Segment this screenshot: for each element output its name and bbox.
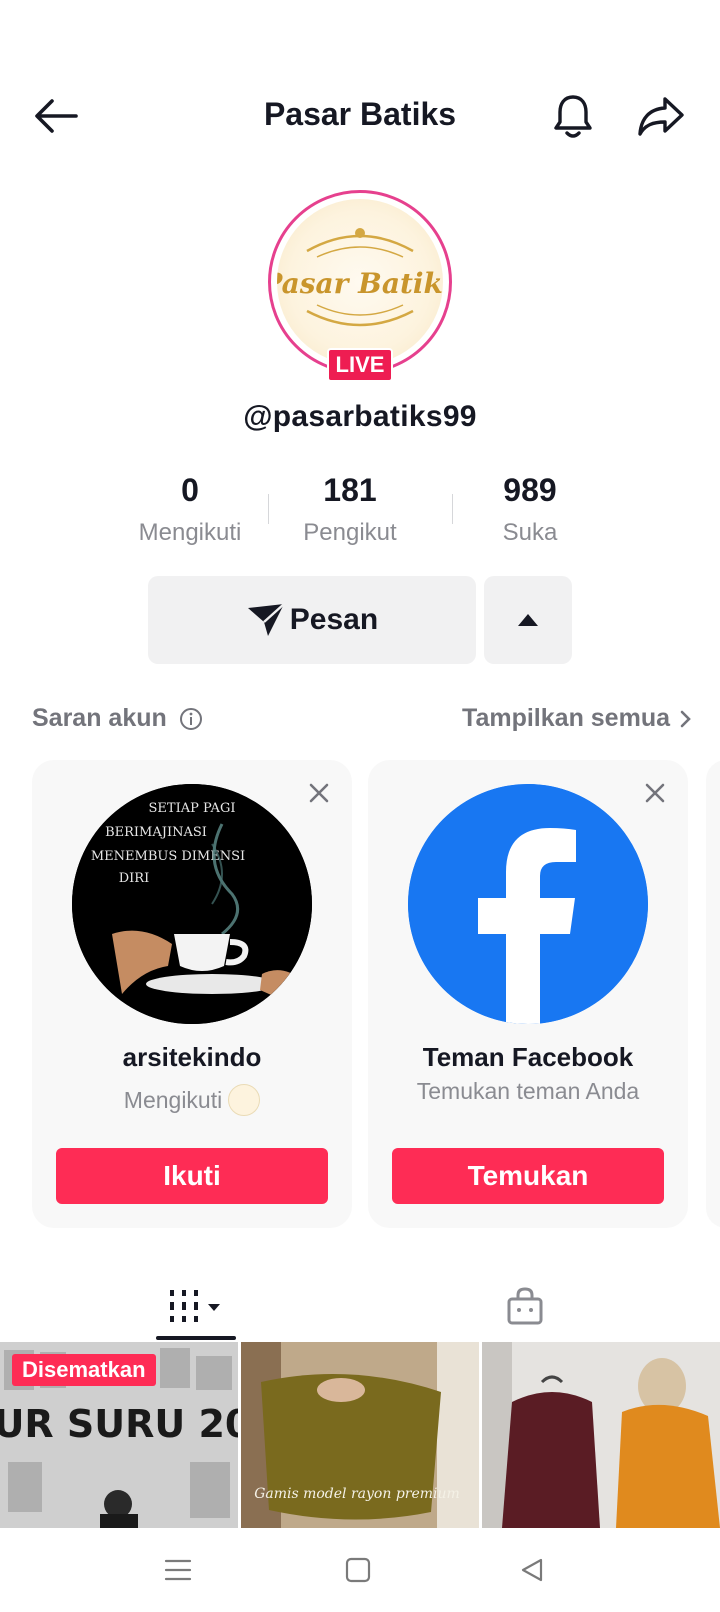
suggested-accounts-title: Saran akun [32, 704, 203, 733]
caret-up-icon [518, 614, 538, 626]
svg-text:Gamis model rayon premium: Gamis model rayon premium [254, 1486, 460, 1502]
suggestion-card-arsitekindo[interactable]: SETIAP PAGI BERIMAJINASI MENEMBUS DIMENS… [32, 760, 352, 1228]
content-tabs [0, 1270, 720, 1342]
tab-videos[interactable] [156, 1270, 236, 1342]
svg-text:BERIMAJINASI: BERIMAJINASI [105, 825, 207, 840]
account-name: Teman Facebook [422, 1042, 634, 1072]
page-title: Pasar Batiks [263, 96, 457, 132]
suggestions-toggle-button[interactable] [484, 576, 572, 664]
video-thumbnail: Gamis model rayon premium [241, 1342, 479, 1528]
stat-divider [268, 494, 269, 524]
suggested-title-text: Saran akun [32, 704, 167, 732]
account-subtitle: Temukan teman Anda [416, 1078, 640, 1104]
chevron-right-icon [680, 710, 691, 727]
pinned-badge: Disematkan [12, 1354, 156, 1386]
stat-value: 181 [323, 472, 377, 508]
live-badge[interactable]: LIVE [327, 348, 393, 382]
stat-label: Mengikuti [138, 519, 242, 546]
suggestion-card-peek[interactable] [706, 760, 720, 1228]
svg-text:UBUR SURU 2025: UBUR SURU 2025 [0, 1402, 238, 1446]
home-button[interactable] [328, 1542, 388, 1598]
system-back-button[interactable] [502, 1542, 562, 1598]
notification-button[interactable] [548, 90, 598, 142]
stat-label: Pengikut [303, 519, 397, 546]
follow-button[interactable]: Ikuti [56, 1148, 328, 1204]
batik-logo-icon: Pasar Batiks [277, 228, 443, 327]
share-button[interactable] [634, 90, 688, 142]
info-icon[interactable] [179, 707, 203, 731]
svg-text:DIRI: DIRI [119, 871, 149, 886]
video-tile[interactable]: Gamis model rayon premium [241, 1342, 479, 1528]
stat-followers[interactable]: 181 Pengikut [270, 472, 430, 547]
svg-text:SETIAP PAGI: SETIAP PAGI [149, 801, 236, 816]
menu-lines-icon [164, 1559, 192, 1581]
stats-row: 0 Mengikuti 181 Pengikut 989 Suka [110, 472, 590, 552]
dismiss-button[interactable] [304, 778, 334, 808]
suggested-accounts-header: Saran akun Tampilkan semua [32, 700, 692, 740]
account-subtitle-text: Mengikuti [123, 1086, 223, 1113]
mutual-avatar-icon [228, 1084, 261, 1116]
video-tile[interactable] [482, 1342, 720, 1528]
triangle-back-icon [521, 1558, 543, 1582]
grid-filter-icon [170, 1290, 220, 1322]
profile-avatar[interactable]: Pasar Batiks [268, 190, 452, 374]
shopping-bag-icon [507, 1287, 543, 1325]
active-tab-indicator [156, 1336, 236, 1340]
video-thumbnail [482, 1342, 720, 1528]
share-arrow-icon [638, 97, 684, 136]
facebook-logo-icon [408, 784, 648, 1024]
svg-text:Pasar Batiks: Pasar Batiks [277, 267, 443, 300]
stat-value: 989 [503, 472, 557, 508]
dismiss-button[interactable] [640, 778, 670, 808]
system-nav-bar [0, 1528, 720, 1612]
top-bar: Pasar Batiks [0, 80, 720, 152]
stat-label: Suka [502, 519, 558, 546]
message-label: Pesan [289, 603, 379, 636]
avatar: SETIAP PAGI BERIMAJINASI MENEMBUS DIMENS… [72, 784, 312, 1024]
video-tile[interactable]: UBUR SURU 2025 Disematkan [0, 1342, 238, 1528]
stat-value: 0 [181, 472, 199, 508]
view-all-label: Tampilkan semua [462, 704, 670, 732]
coffee-cup-icon: SETIAP PAGI BERIMAJINASI MENEMBUS DIMENS… [72, 784, 312, 1024]
account-subtitle: Mengikuti [32, 1084, 352, 1116]
avatar-logo: Pasar Batiks [277, 199, 443, 365]
username: @pasarbatiks99 [243, 400, 477, 433]
bell-icon [554, 95, 592, 138]
stat-following[interactable]: 0 Mengikuti [110, 472, 270, 547]
suggestion-card-facebook-friends[interactable]: Teman Facebook Temukan teman Anda Temuka… [368, 760, 688, 1228]
account-name: arsitekindo [122, 1042, 262, 1072]
svg-text:MENEMBUS DIMENSI: MENEMBUS DIMENSI [91, 849, 245, 864]
view-all-link[interactable]: Tampilkan semua [462, 704, 692, 733]
recent-apps-button[interactable] [148, 1542, 208, 1598]
stat-likes[interactable]: 989 Suka [450, 472, 610, 547]
close-icon [645, 783, 665, 803]
send-icon [247, 603, 285, 636]
tab-shop[interactable] [490, 1270, 560, 1342]
find-friends-button[interactable]: Temukan [392, 1148, 664, 1204]
square-icon [345, 1557, 371, 1583]
avatar [408, 784, 648, 1024]
message-button[interactable]: Pesan [148, 576, 476, 664]
close-icon [309, 783, 329, 803]
video-grid: UBUR SURU 2025 Disematkan Gamis model ra… [0, 1342, 720, 1528]
